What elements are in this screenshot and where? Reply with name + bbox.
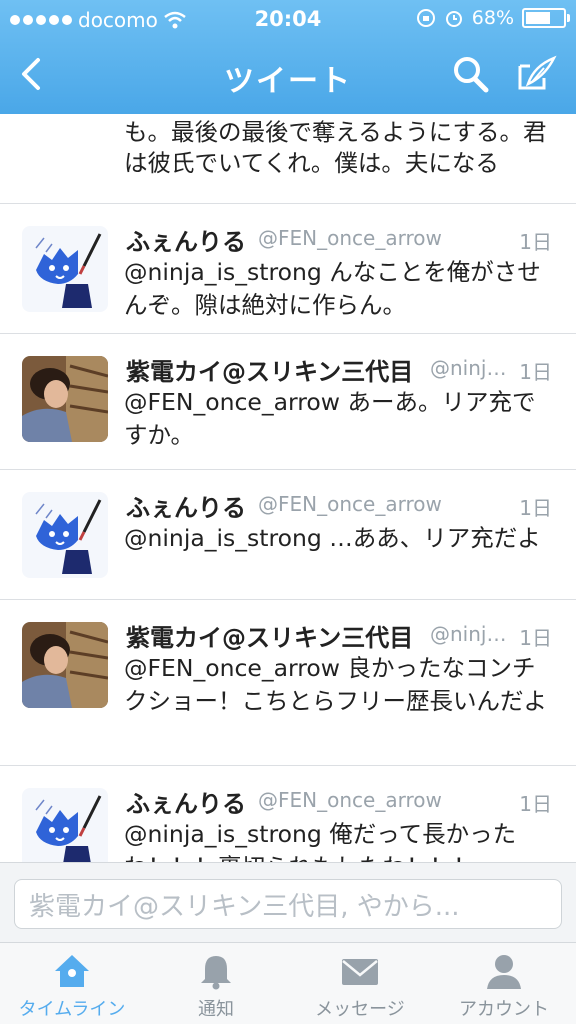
- display-name[interactable]: 紫電カイ@スリキン三代目: [126, 618, 413, 653]
- wolf-avatar-icon: [22, 492, 108, 578]
- nav-bar: ツイート: [0, 38, 576, 114]
- compose-tweet-button[interactable]: [514, 52, 560, 96]
- tab-label: 通知: [198, 999, 234, 1020]
- tweet-timestamp: 1日: [519, 360, 552, 384]
- tweet-partial[interactable]: も。最後の最後で奪えるようにする。君は彼氏でいてくれ。僕は。夫になる: [0, 114, 576, 204]
- user-handle: @FEN_once_arrow: [258, 492, 442, 516]
- user-handle: @FEN_once_arrow: [258, 788, 442, 812]
- tab-label: メッセージ: [315, 999, 405, 1020]
- avatar[interactable]: [22, 788, 108, 862]
- status-bar: docomo 20:04 68%: [0, 0, 576, 38]
- tweet-timestamp: 1日: [519, 626, 552, 650]
- bell-icon: [201, 956, 231, 990]
- alarm-icon: [445, 11, 462, 27]
- avatar[interactable]: [22, 226, 108, 312]
- person-photo-avatar-icon: [22, 356, 108, 442]
- tweet-timestamp: 1日: [519, 496, 552, 520]
- wolf-avatar-icon: [22, 226, 108, 312]
- tweet-item[interactable]: ふぇんりる @FEN_once_arrow 1日 @ninja_is_stron…: [0, 204, 576, 334]
- tab-notifications[interactable]: 通知: [144, 943, 288, 1024]
- tab-label: タイムライン: [18, 999, 126, 1020]
- display-name[interactable]: ふぇんりる: [126, 488, 246, 523]
- tweet-text: @ninja_is_strong んなことを俺がさせんぞ。隙は絶対に作らん。: [124, 258, 541, 319]
- status-right: 68%: [416, 7, 570, 29]
- chevron-left-icon: [22, 58, 40, 90]
- tab-account[interactable]: アカウント: [432, 943, 576, 1024]
- user-handle: @ninj…: [430, 356, 507, 380]
- display-name[interactable]: 紫電カイ@スリキン三代目: [126, 352, 413, 387]
- avatar[interactable]: [22, 622, 108, 708]
- envelope-icon: [342, 959, 378, 985]
- tweet-item[interactable]: ふぇんりる @FEN_once_arrow 1日 @ninja_is_stron…: [0, 766, 576, 862]
- battery-percent: 68%: [471, 7, 514, 29]
- battery-fill: [526, 12, 551, 24]
- search-button[interactable]: [450, 52, 492, 96]
- tweet-text: @FEN_once_arrow 良かったなコンチクショー！こちとらフリー歴長いん…: [124, 654, 547, 715]
- tweet-text: @ninja_is_strong 俺だって長かったわ！！！裏切られもしたわ！！！: [124, 820, 517, 862]
- compose-icon: [518, 55, 557, 90]
- tweet-text: @ninja_is_strong …ああ、リア充だよ: [124, 524, 541, 552]
- home-icon: [55, 955, 89, 987]
- tweet-item[interactable]: 紫電カイ@スリキン三代目 @ninj… 1日 @FEN_once_arrow あ…: [0, 334, 576, 470]
- tweet-timestamp: 1日: [519, 792, 552, 816]
- tweet-item[interactable]: ふぇんりる @FEN_once_arrow 1日 @ninja_is_stron…: [0, 470, 576, 600]
- tweet-timestamp: 1日: [519, 230, 552, 254]
- back-button[interactable]: [14, 52, 54, 96]
- display-name[interactable]: ふぇんりる: [126, 222, 246, 257]
- tweet-detail-screen: docomo 20:04 68% ツイート も。最後の最後で奪えるようにする。君…: [0, 0, 576, 1024]
- tab-label: アカウント: [459, 999, 549, 1020]
- tab-messages[interactable]: メッセージ: [288, 943, 432, 1024]
- tweet-text: @FEN_once_arrow あーあ。リア充ですか。: [124, 388, 536, 449]
- header: docomo 20:04 68% ツイート: [0, 0, 576, 114]
- user-handle: @ninj…: [430, 622, 507, 646]
- search-icon: [454, 57, 489, 93]
- tweet-item[interactable]: 紫電カイ@スリキン三代目 @ninj… 1日 @FEN_once_arrow 良…: [0, 600, 576, 766]
- person-icon: [487, 955, 521, 989]
- rotation-lock-icon: [416, 9, 435, 27]
- battery-icon: [522, 8, 570, 28]
- reply-bar: 紫電カイ@スリキン三代目, やから...: [0, 862, 576, 943]
- person-photo-avatar-icon: [22, 622, 108, 708]
- conversation-list[interactable]: も。最後の最後で奪えるようにする。君は彼氏でいてくれ。僕は。夫になる ふぇんりる: [0, 114, 576, 862]
- user-handle: @FEN_once_arrow: [258, 226, 442, 250]
- tweet-text: も。最後の最後で奪えるようにする。君は彼氏でいてくれ。僕は。夫になる: [124, 118, 547, 177]
- wolf-avatar-icon: [22, 788, 108, 862]
- tab-bar: タイムライン 通知 メッセージ アカウント: [0, 942, 576, 1024]
- avatar[interactable]: [22, 492, 108, 578]
- tab-timeline[interactable]: タイムライン: [0, 943, 144, 1024]
- reply-input[interactable]: 紫電カイ@スリキン三代目, やから...: [14, 879, 562, 929]
- avatar[interactable]: [22, 356, 108, 442]
- display-name[interactable]: ふぇんりる: [126, 784, 246, 819]
